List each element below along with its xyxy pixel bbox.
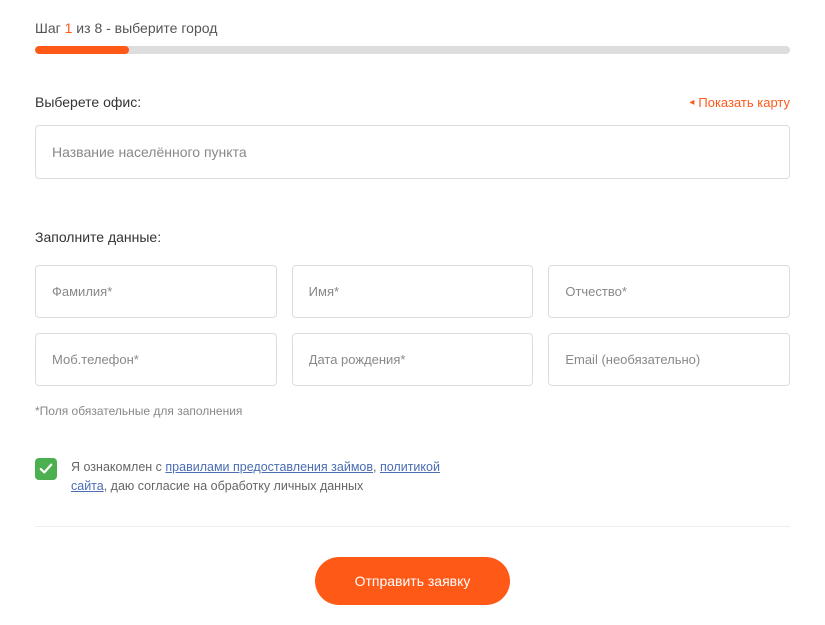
map-link-text: Показать карту xyxy=(698,95,790,110)
step-rest: из 8 - выберите город xyxy=(72,20,217,36)
form-grid xyxy=(35,265,790,386)
last-name-input[interactable] xyxy=(35,265,277,318)
step-prefix: Шаг xyxy=(35,20,65,36)
loan-rules-link[interactable]: правилами предоставления займов xyxy=(165,460,373,474)
submit-button[interactable]: Отправить заявку xyxy=(315,557,511,605)
required-note: *Поля обязательные для заполнения xyxy=(35,404,790,418)
arrow-left-icon: ◂ xyxy=(689,97,694,108)
consent-row: Я ознакомлен с правилами предоставления … xyxy=(35,458,790,527)
first-name-input[interactable] xyxy=(292,265,534,318)
consent-checkbox[interactable] xyxy=(35,458,57,480)
consent-text: Я ознакомлен с правилами предоставления … xyxy=(71,458,451,496)
patronymic-input[interactable] xyxy=(548,265,790,318)
step-header: Шаг 1 из 8 - выберите город xyxy=(35,20,790,36)
progress-fill xyxy=(35,46,129,54)
office-label: Выберете офис: xyxy=(35,94,141,110)
phone-input[interactable] xyxy=(35,333,277,386)
show-map-link[interactable]: ◂ Показать карту xyxy=(689,95,790,110)
check-icon xyxy=(39,462,53,476)
email-input[interactable] xyxy=(548,333,790,386)
city-input[interactable] xyxy=(35,125,790,179)
progress-bar xyxy=(35,46,790,54)
form-title: Заполните данные: xyxy=(35,229,790,245)
birthdate-input[interactable] xyxy=(292,333,534,386)
